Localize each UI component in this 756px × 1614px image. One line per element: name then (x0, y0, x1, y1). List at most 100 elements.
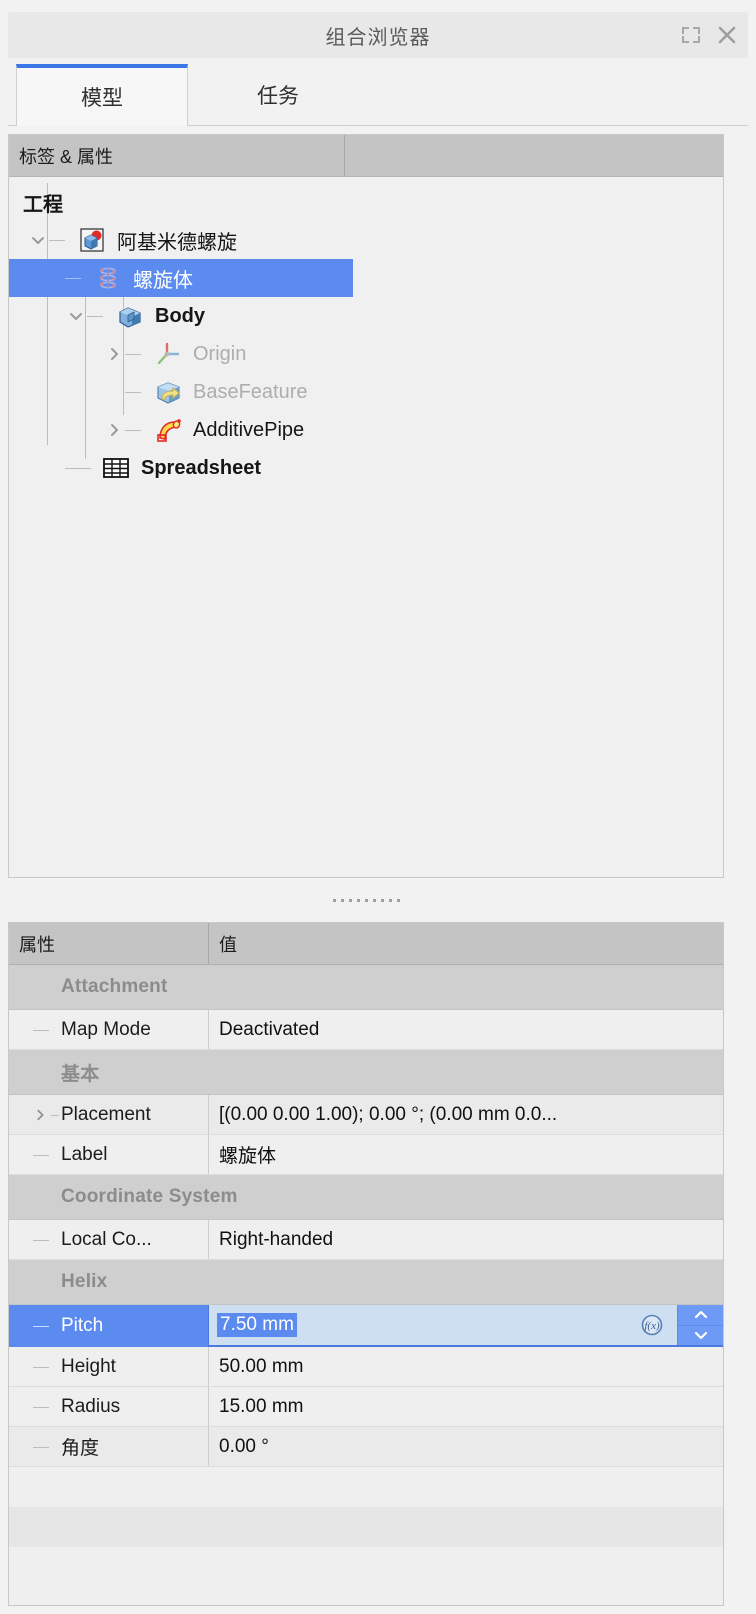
tree-branch-line (33, 1239, 49, 1241)
property-name-cell[interactable]: Placement (9, 1095, 209, 1134)
pitch-spinner[interactable] (677, 1305, 723, 1345)
property-group-attachment[interactable]: Attachment (9, 965, 723, 1010)
origin-icon (151, 337, 185, 371)
tree-item-document[interactable]: 阿基米德螺旋 (9, 221, 723, 259)
tree-branch-line (51, 1114, 59, 1116)
spinner-down-button[interactable] (677, 1325, 723, 1345)
property-name-cell[interactable]: Local Co... (9, 1220, 209, 1259)
tree-item-label: Spreadsheet (141, 456, 262, 479)
tree-item-label: Body (155, 304, 205, 327)
property-empty-row (9, 1467, 723, 1507)
tree-branch-line (49, 221, 75, 259)
panel-titlebar: 组合浏览器 (8, 12, 748, 58)
tab-model[interactable]: 模型 (16, 64, 188, 126)
property-column-value[interactable]: 值 (209, 923, 723, 964)
property-value[interactable]: 50.00 mm (209, 1347, 723, 1386)
property-value[interactable]: 螺旋体 (209, 1135, 723, 1174)
tree-branch-line (33, 1029, 49, 1031)
chevron-down-icon[interactable] (27, 221, 49, 259)
property-name-cell[interactable]: 角度 (9, 1427, 209, 1466)
tab-tasks[interactable]: 任务 (188, 64, 368, 126)
property-value[interactable]: 0.00 ° (209, 1427, 723, 1466)
property-group-coordinate-system[interactable]: Coordinate System (9, 1175, 723, 1220)
tab-strip: 模型 任务 (8, 64, 748, 126)
tree-item-label: 工程 (23, 193, 63, 216)
spinner-up-button[interactable] (677, 1305, 723, 1326)
property-row-label[interactable]: Label 螺旋体 (9, 1135, 723, 1175)
tree-branch-line (33, 1406, 49, 1408)
titlebar-buttons (680, 12, 738, 58)
tree-item-spreadsheet[interactable]: Spreadsheet (9, 449, 723, 487)
property-value[interactable]: [(0.00 0.00 1.00); 0.00 °; (0.00 mm 0.0.… (209, 1095, 723, 1134)
property-name-cell[interactable]: Pitch (9, 1305, 209, 1347)
property-row-angle[interactable]: 角度 0.00 ° (9, 1427, 723, 1467)
tree-branch-line (33, 1446, 49, 1448)
tree-branch-line (87, 297, 113, 335)
property-editor[interactable]: 属性 值 Attachment Map Mode Deactivated 基本 (8, 922, 724, 1606)
helix-icon (91, 261, 125, 295)
tree-item-body[interactable]: Body (9, 297, 723, 335)
svg-text:f(x): f(x) (644, 1320, 660, 1332)
tree-branch-line (65, 259, 91, 297)
fx-icon[interactable]: f(x) (639, 1312, 665, 1338)
additivepipe-icon (151, 413, 185, 447)
tree-branch-line (65, 449, 91, 487)
tree-branch-line (33, 1154, 49, 1156)
property-group-label: 基本 (61, 1063, 100, 1085)
tree-item-basefeature[interactable]: BaseFeature (9, 373, 723, 411)
chevron-right-icon[interactable] (103, 411, 125, 449)
tab-tasks-label: 任务 (257, 85, 299, 108)
property-group-helix[interactable]: Helix (9, 1260, 723, 1305)
property-name: Radius (61, 1395, 121, 1417)
tree-item-origin[interactable]: Origin (9, 335, 723, 373)
tab-model-label: 模型 (81, 87, 123, 110)
float-icon[interactable] (680, 24, 702, 46)
property-name-cell[interactable]: Height (9, 1347, 209, 1386)
property-group-label: Coordinate System (61, 1186, 238, 1207)
property-value[interactable]: 15.00 mm (209, 1387, 723, 1426)
property-name: 角度 (61, 1438, 100, 1459)
basefeature-icon (151, 375, 185, 409)
property-row-local-coord[interactable]: Local Co... Right-handed (9, 1220, 723, 1260)
pitch-value-input[interactable]: 7.50 mm f(x) (209, 1305, 723, 1347)
tree-item-label: 阿基米德螺旋 (117, 231, 237, 254)
body-icon (113, 299, 147, 333)
property-row-radius[interactable]: Radius 15.00 mm (9, 1387, 723, 1427)
property-name-cell[interactable]: Map Mode (9, 1010, 209, 1049)
property-name-cell[interactable]: Radius (9, 1387, 209, 1426)
pitch-input-text: 7.50 mm (217, 1313, 297, 1337)
property-name-cell[interactable]: Label (9, 1135, 209, 1174)
tree-branch-line (33, 1366, 49, 1368)
spreadsheet-icon (99, 451, 133, 485)
property-group-label: Attachment (61, 976, 168, 997)
tree-item-helix[interactable]: 螺旋体 (9, 259, 353, 297)
property-name: Height (61, 1355, 116, 1377)
chevron-right-icon[interactable] (103, 335, 125, 373)
tree-item-label: BaseFeature (193, 380, 308, 403)
tree-branch-line (125, 373, 151, 411)
tree-column-label[interactable]: 标签 & 属性 (9, 135, 345, 176)
tree-column-description[interactable] (345, 135, 723, 176)
model-tree[interactable]: 标签 & 属性 工程 阿基米德螺旋 螺旋体 Body Origin BaseFe… (8, 134, 724, 878)
property-value[interactable]: Right-handed (209, 1220, 723, 1259)
tree-branch-line (125, 335, 151, 373)
property-empty-row (9, 1507, 723, 1547)
tree-item-label: AdditivePipe (193, 418, 305, 441)
property-group-base[interactable]: 基本 (9, 1050, 723, 1095)
property-column-name[interactable]: 属性 (9, 923, 209, 964)
panel-title: 组合浏览器 (325, 26, 431, 49)
property-row-placement[interactable]: Placement [(0.00 0.00 1.00); 0.00 °; (0.… (9, 1095, 723, 1135)
document-icon (75, 223, 109, 257)
property-value[interactable]: Deactivated (209, 1010, 723, 1049)
close-icon[interactable] (716, 24, 738, 46)
property-row-pitch[interactable]: Pitch 7.50 mm f(x) (9, 1305, 723, 1347)
property-name: Pitch (61, 1315, 104, 1336)
panel-splitter[interactable] (8, 886, 724, 914)
chevron-right-icon[interactable] (31, 1106, 49, 1124)
property-row-height[interactable]: Height 50.00 mm (9, 1347, 723, 1387)
tree-branch-line (125, 411, 151, 449)
property-row-map-mode[interactable]: Map Mode Deactivated (9, 1010, 723, 1050)
chevron-down-icon[interactable] (65, 297, 87, 335)
tree-item-additivepipe[interactable]: AdditivePipe (9, 411, 723, 449)
tree-item-application[interactable]: 工程 (9, 183, 723, 221)
